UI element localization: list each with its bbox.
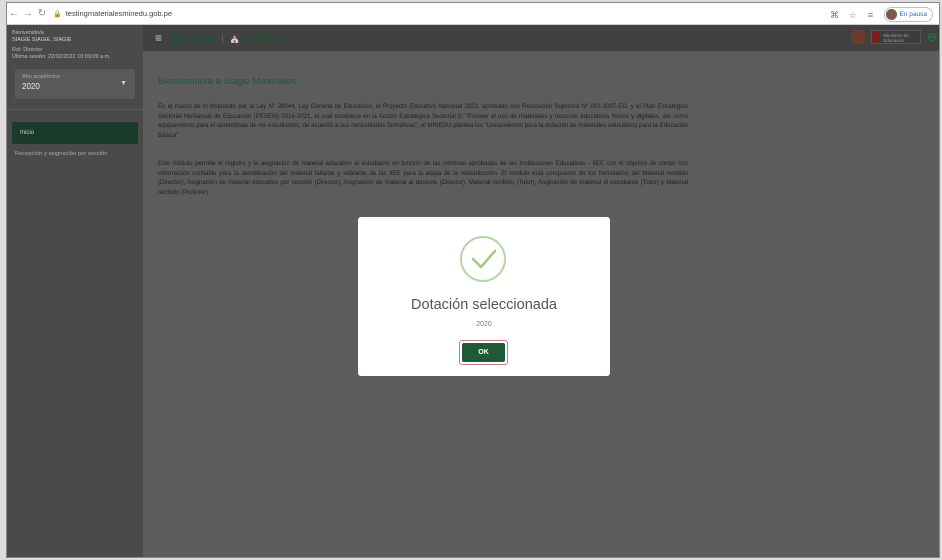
extensions-icon[interactable]: ≡ [866,10,876,20]
menu-icon[interactable]: ≡ [155,31,162,45]
sidebar-divider [7,109,143,110]
address-bar[interactable]: 🔒 testingmaterialesminedu.gob.pe [53,9,172,18]
page-title: Bienvenido/a a Siagie Materiales [158,76,297,87]
module-label: Materiales [242,32,287,43]
lock-icon: 🔒 [53,10,62,18]
sidebar-item-label: Recepción y asignación por sección [15,151,108,157]
last-session: Última sesión: 22/02/2022 10:09:09 a.m. [12,54,111,60]
sidebar-item-label: Inicio [20,130,35,136]
chevron-down-icon: ▼ [120,80,127,87]
module-name: ⛪ Materiales [228,32,287,43]
reload-icon[interactable]: ↻ [35,8,49,19]
dialog-subtitle: 2020 [476,321,492,328]
brand-logo: siagie | ⛪ Materiales [172,32,287,44]
sidebar: Bienvenido/a SIAGIE SIAGIE, SIAGIE Rol: … [7,25,143,557]
translate-icon[interactable]: ⌘ [830,10,840,20]
ok-button[interactable]: OK [462,343,505,362]
back-icon[interactable]: ← [7,8,21,19]
dialog-title: Dotación seleccionada [411,297,557,313]
url-text: testingmaterialesminedu.gob.pe [65,9,173,18]
user-role: Rol: Director [12,47,43,53]
peru-crest-icon [850,30,865,44]
avatar [885,9,897,20]
sidebar-item-recepcion[interactable]: Recepción y asignación por sección [15,150,135,158]
sidebar-item-inicio[interactable]: Inicio [12,122,138,144]
intro-paragraph: En el marco de lo dispuesto por la Ley N… [158,103,688,139]
minedu-flag-icon [871,31,881,43]
profile-button[interactable]: En pausa [883,7,933,22]
brand-separator: | [221,32,224,44]
year-select[interactable]: Año académico 2020 ▼ [15,69,135,99]
module-description: Este módulo permite el registro y la asi… [158,160,688,196]
ok-button-focus-ring: OK [459,340,508,365]
ministry-label: Ministerio de Educación [883,33,909,43]
app-header: ≡ siagie | ⛪ Materiales Ministerio de Ed… [143,25,939,51]
profile-label: En pausa [899,11,927,18]
year-select-label: Año académico [22,74,60,80]
minedu-logo: Ministerio de Educación [870,30,921,44]
greeting: Bienvenido/a [12,30,44,36]
user-info: Bienvenido/a SIAGIE SIAGIE, SIAGIE Rol: … [7,25,143,61]
confirmation-dialog: Dotación seleccionada 2020 OK [358,217,610,376]
check-icon [460,236,506,282]
siagie-logo-icon [172,32,184,44]
forward-icon[interactable]: → [21,8,35,19]
user-name: SIAGIE SIAGIE, SIAGIE [12,37,72,43]
brand-name: siagie [188,32,217,44]
year-select-value: 2020 [22,82,40,91]
star-icon[interactable]: ☆ [848,10,858,20]
user-menu-icon[interactable]: ⊖ [927,30,937,44]
browser-toolbar: ← → ↻ 🔒 testingmaterialesminedu.gob.pe ⌘… [7,3,939,25]
